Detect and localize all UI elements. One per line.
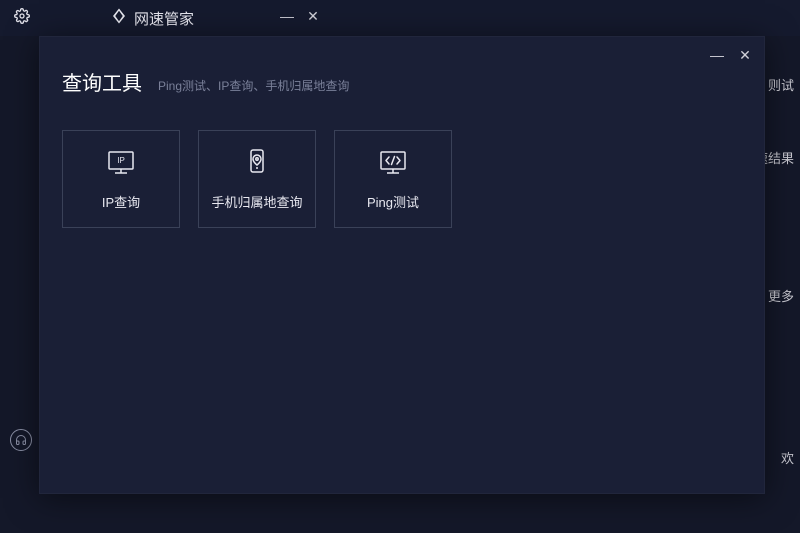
main-window: 网速管家 — ✕ 则试 速结果 更多 欢 — ✕ 查询工具 Ping测试、IP查…: [0, 0, 800, 533]
query-tools-modal: — ✕ 查询工具 Ping测试、IP查询、手机归属地查询 IP IP查询: [39, 36, 765, 494]
logo-icon: [110, 7, 128, 29]
tool-label: 手机归属地查询: [211, 192, 302, 211]
modal-title: 查询工具: [62, 67, 142, 96]
modal-window-controls: — ✕: [710, 47, 752, 64]
support-icon[interactable]: [10, 429, 32, 451]
modal-close-button[interactable]: ✕: [738, 47, 752, 64]
tool-phone-location[interactable]: 手机归属地查询: [198, 130, 316, 228]
bg-text-4: 欢: [781, 448, 794, 467]
app-title: 网速管家: [134, 8, 194, 29]
minimize-button[interactable]: —: [280, 8, 294, 25]
svg-text:IP: IP: [117, 156, 125, 165]
ping-code-icon: [377, 148, 409, 178]
main-titlebar: 网速管家: [0, 0, 800, 36]
tool-label: IP查询: [102, 192, 140, 211]
tools-row: IP IP查询 手机归属地查询: [40, 96, 764, 228]
tool-ping-test[interactable]: Ping测试: [334, 130, 452, 228]
tool-ip-query[interactable]: IP IP查询: [62, 130, 180, 228]
phone-location-icon: [244, 148, 270, 178]
gear-icon[interactable]: [14, 8, 30, 29]
main-window-controls: — ✕: [280, 8, 320, 25]
bg-text-1: 则试: [768, 75, 794, 94]
modal-header: 查询工具 Ping测试、IP查询、手机归属地查询: [40, 37, 764, 96]
app-logo: 网速管家: [110, 7, 194, 29]
ip-monitor-icon: IP: [105, 148, 137, 178]
close-button[interactable]: ✕: [306, 8, 320, 25]
modal-minimize-button[interactable]: —: [710, 47, 724, 64]
modal-subtitle: Ping测试、IP查询、手机归属地查询: [158, 77, 349, 94]
tool-label: Ping测试: [367, 192, 419, 211]
bg-text-3: 更多: [768, 286, 794, 305]
